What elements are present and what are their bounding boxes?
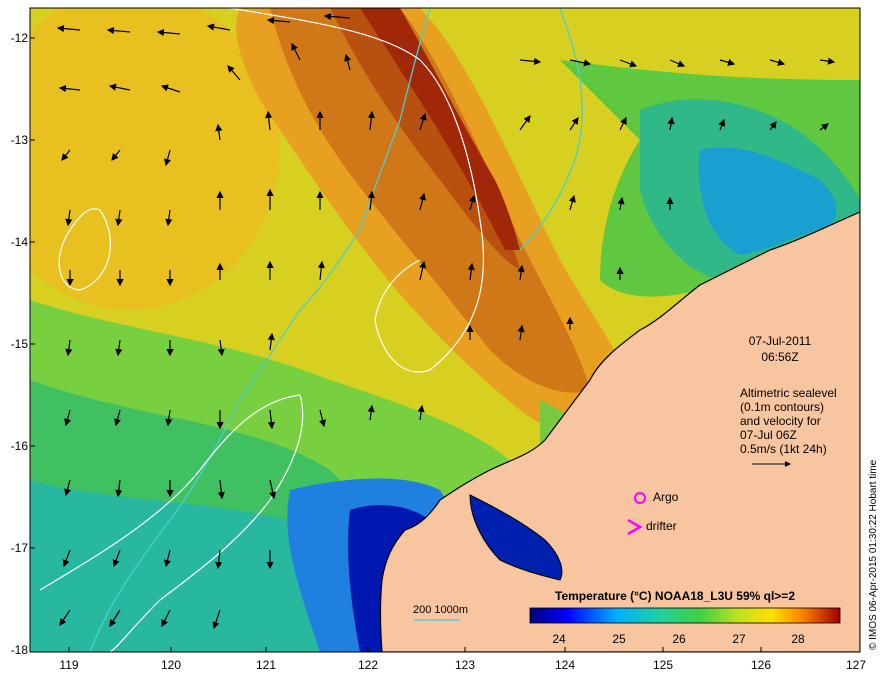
lat-label: -15 — [10, 337, 28, 351]
colorbar-tick: 24 — [552, 632, 566, 646]
lon-label: 126 — [750, 658, 772, 672]
credit-text: © IMOS 06-Apr-2015 01:30:22 Hobart time — [868, 459, 879, 650]
lat-label: -18 — [10, 643, 28, 657]
lon-label: 122 — [357, 658, 379, 672]
lon-label: 127 — [845, 658, 867, 672]
colorbar-tick: 27 — [732, 632, 746, 646]
colorbar-tick: 28 — [791, 632, 805, 646]
sst-field — [30, 8, 860, 652]
lon-label: 119 — [59, 658, 79, 672]
lon-label: 125 — [652, 658, 674, 672]
lat-label: -14 — [10, 235, 28, 249]
lon-label: 121 — [255, 658, 277, 672]
colorbar-tick: 25 — [612, 632, 626, 646]
isobath-legend: 200 1000m — [413, 604, 469, 616]
colorbar-tick: 26 — [672, 632, 686, 646]
timestamp-time: 06:56Z — [761, 350, 799, 364]
drifter-label: drifter — [646, 519, 677, 533]
altimetry-note: Altimetric sealevel (0.1m contours) and … — [740, 386, 837, 456]
colorbar-title: Temperature (°C) NOAA18_L3U 59% ql>=2 — [555, 589, 795, 603]
lon-label: 124 — [554, 658, 576, 672]
colorbar — [529, 607, 841, 624]
lat-label: -12 — [10, 31, 28, 45]
argo-label: Argo — [653, 490, 679, 504]
altimetry-line: (0.1m contours) — [740, 400, 825, 414]
lon-label: 120 — [160, 658, 182, 672]
altimetry-line: Altimetric sealevel — [740, 386, 837, 400]
lat-label: -17 — [10, 541, 28, 555]
altimetry-line: and velocity for — [740, 414, 821, 428]
lat-label: -13 — [10, 133, 28, 147]
timestamp-date: 07-Jul-2011 — [748, 334, 812, 348]
lon-label: 123 — [454, 658, 476, 672]
altimetry-line: 0.5m/s (1kt 24h) — [740, 442, 827, 456]
lat-label: -16 — [10, 439, 28, 453]
altimetry-line: 07-Jul 06Z — [740, 428, 797, 442]
